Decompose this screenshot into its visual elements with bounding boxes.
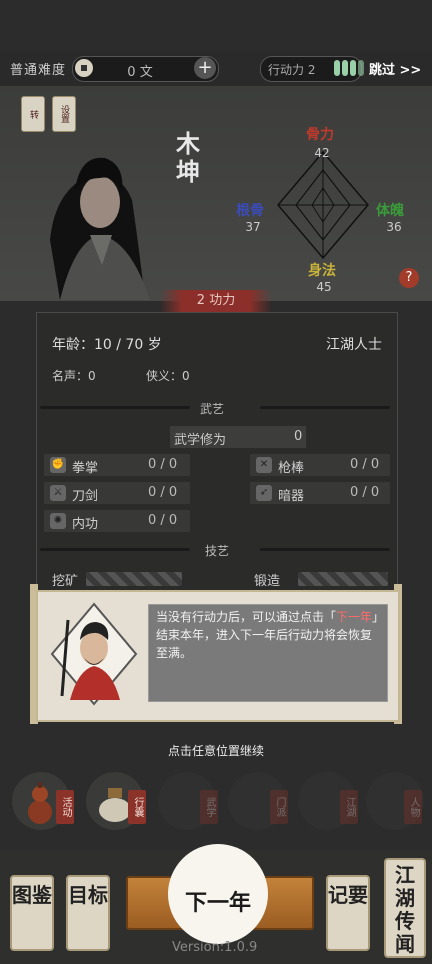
divider <box>260 406 390 409</box>
notes-button[interactable]: 记要 <box>326 875 370 951</box>
crafts-section-title: 技艺 <box>205 544 230 558</box>
chivalry-label: 侠义：0 <box>146 369 190 383</box>
martial-arts-badge: 武学 <box>200 790 218 824</box>
martial-value: 0 / 0 <box>148 457 178 472</box>
stat-physique-label: 体魄 <box>376 203 404 219</box>
fist-icon: ✊ <box>50 457 66 473</box>
continue-prompt[interactable]: 点击任意位置继续 <box>0 742 432 759</box>
stat-physique-value: 36 <box>386 220 402 234</box>
attribute-radar <box>277 150 369 260</box>
jianghu-badge: 江湖 <box>340 790 358 824</box>
character-portrait <box>50 157 150 300</box>
help-button[interactable]: ? <box>399 268 419 288</box>
martial-label: 拳掌 <box>72 461 99 476</box>
divider <box>260 548 390 551</box>
divider <box>40 548 190 551</box>
atlas-button[interactable]: 图鉴 <box>10 875 54 951</box>
martial-value: 0 / 0 <box>350 485 380 500</box>
sword-icon: ⚔ <box>50 485 66 501</box>
action-pip <box>334 60 340 76</box>
stat-agility-value: 45 <box>316 280 332 294</box>
skip-button[interactable]: 跳过 >> <box>369 59 421 78</box>
martial-section-title: 武艺 <box>200 402 225 416</box>
stat-agility-label: 身法 <box>308 263 336 279</box>
cultivation-value: 0 <box>294 429 303 444</box>
add-coins-button[interactable]: + <box>194 57 216 79</box>
guide-portrait <box>50 602 138 706</box>
tutorial-text: 当没有行动力后，可以通过点击「下一年」结束本年，进入下一年后行动力将会恢复至满。 <box>156 610 379 660</box>
stat-bone-value: 42 <box>314 146 330 160</box>
highlight-text: 下一年 <box>336 610 373 624</box>
transfer-button[interactable]: 转 <box>21 96 45 132</box>
age-label: 年龄：10 / 70 岁 <box>52 337 162 353</box>
mining-label: 挖矿 <box>52 574 79 589</box>
energy-icon: ✺ <box>50 513 66 529</box>
martial-value: 0 / 0 <box>350 457 380 472</box>
version-label: Version:1.0.9 <box>172 940 258 955</box>
settings-button[interactable]: 设置 <box>52 96 76 132</box>
martial-label: 刀剑 <box>72 489 99 504</box>
goal-button[interactable]: 目标 <box>66 875 110 951</box>
action-pip <box>342 60 348 76</box>
power-banner: 2 功力 <box>160 290 272 312</box>
cultivation-label: 武学修为 <box>174 433 227 448</box>
martial-label: 暗器 <box>278 489 305 504</box>
martial-value: 0 / 0 <box>148 513 178 528</box>
stat-root-label: 根骨 <box>236 203 264 219</box>
bag-badge: 行囊 <box>128 790 146 824</box>
coin-amount: 0 文 <box>127 65 153 80</box>
forging-label: 锻造 <box>254 574 281 589</box>
mining-progress <box>86 572 182 586</box>
legend-button[interactable]: 江湖传闻 <box>384 858 426 958</box>
crossed-staff-icon: ✕ <box>256 457 272 473</box>
sect-badge: 门派 <box>270 790 288 824</box>
character-name: 木坤 <box>176 130 200 186</box>
martial-value: 0 / 0 <box>148 485 178 500</box>
divider <box>40 406 190 409</box>
action-pip <box>358 60 364 76</box>
dart-icon: ➶ <box>256 485 272 501</box>
people-badge: 人物 <box>404 790 422 824</box>
fame-label: 名声：0 <box>52 369 96 383</box>
martial-label: 枪棒 <box>278 461 305 476</box>
action-pip <box>350 60 356 76</box>
activity-badge: 活动 <box>56 790 74 824</box>
difficulty-label: 普通难度 <box>10 63 67 78</box>
next-year-label: 下一年 <box>184 891 251 916</box>
action-points-label: 行动力 2 <box>268 63 316 77</box>
coin-icon <box>75 59 93 77</box>
stat-bone-label: 骨力 <box>306 127 334 143</box>
origin-label: 江湖人士 <box>326 337 382 353</box>
martial-label: 内功 <box>72 517 99 532</box>
stat-root-value: 37 <box>245 220 261 234</box>
forging-progress <box>298 572 388 586</box>
